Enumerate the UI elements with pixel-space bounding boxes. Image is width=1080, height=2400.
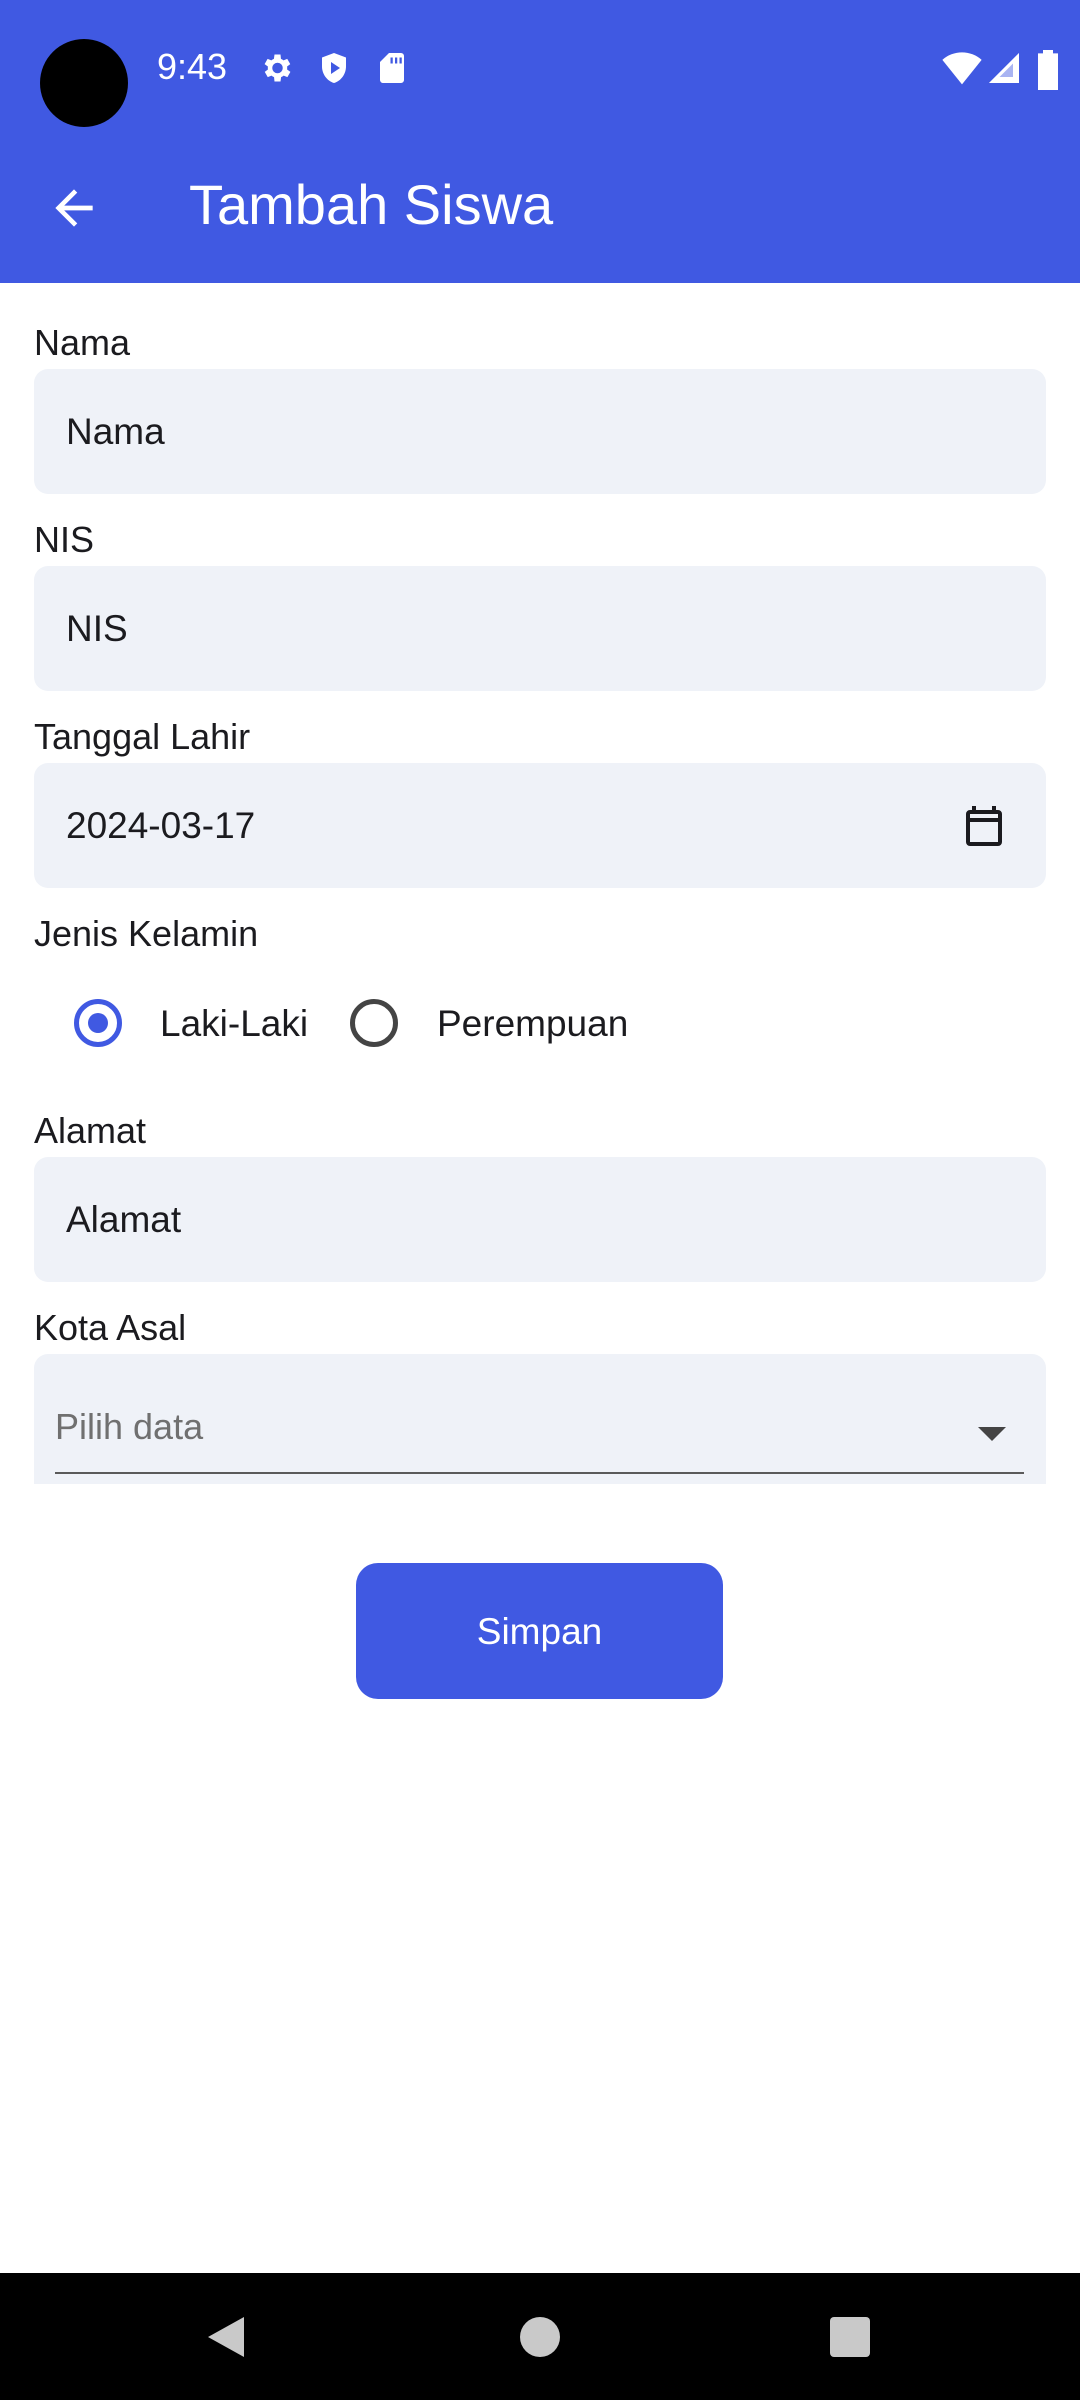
simpan-button[interactable]: Simpan [356, 1563, 723, 1699]
shield-play-icon [322, 53, 346, 83]
signal-icon [989, 53, 1019, 83]
page-title: Tambah Siswa [189, 173, 554, 236]
simpan-button-label: Simpan [476, 1611, 603, 1652]
nama-value: Nama [66, 411, 165, 452]
radio-laki-laki-label[interactable]: Laki-Laki [160, 1003, 308, 1045]
recents-square-icon[interactable] [830, 2317, 870, 2357]
alamat-value: Alamat [66, 1199, 182, 1240]
nama-label: Nama [34, 322, 131, 363]
alamat-field[interactable]: Alamat [34, 1157, 1046, 1282]
sd-card-icon [380, 53, 404, 83]
chevron-down-icon [978, 1427, 1006, 1441]
nama-field[interactable]: Nama [34, 369, 1046, 494]
gender-radio-group: Laki-Laki Perempuan [70, 990, 770, 1056]
kota-asal-label: Kota Asal [34, 1307, 187, 1348]
system-nav-bar [0, 2273, 1080, 2400]
gear-icon [264, 54, 291, 82]
nis-field[interactable]: NIS [34, 566, 1046, 691]
nis-label: NIS [34, 519, 95, 560]
app-bar: 9:43 Tambah Siswa [0, 0, 1080, 283]
arrow-back-icon[interactable] [46, 180, 102, 236]
battery-icon [1038, 50, 1058, 90]
radio-perempuan[interactable] [350, 999, 398, 1047]
jenis-kelamin-label: Jenis Kelamin [34, 913, 259, 954]
home-circle-icon[interactable] [520, 2317, 560, 2357]
camera-cutout [40, 39, 128, 127]
tanggal-lahir-field[interactable]: 2024-03-17 [34, 763, 1046, 888]
radio-laki-laki[interactable] [74, 999, 122, 1047]
wifi-icon [942, 52, 982, 85]
tanggal-lahir-label: Tanggal Lahir [34, 716, 251, 757]
radio-perempuan-label[interactable]: Perempuan [437, 1003, 628, 1045]
alamat-label: Alamat [34, 1110, 147, 1151]
dropdown-underline [55, 1472, 1024, 1474]
calendar-icon[interactable] [960, 801, 1008, 851]
nis-value: NIS [66, 608, 128, 649]
tanggal-lahir-value: 2024-03-17 [66, 805, 256, 846]
status-time: 9:43 [157, 46, 228, 87]
kota-asal-dropdown[interactable]: Pilih data [34, 1354, 1046, 1484]
back-triangle-icon[interactable] [204, 2313, 248, 2361]
kota-asal-placeholder: Pilih data [55, 1406, 204, 1447]
